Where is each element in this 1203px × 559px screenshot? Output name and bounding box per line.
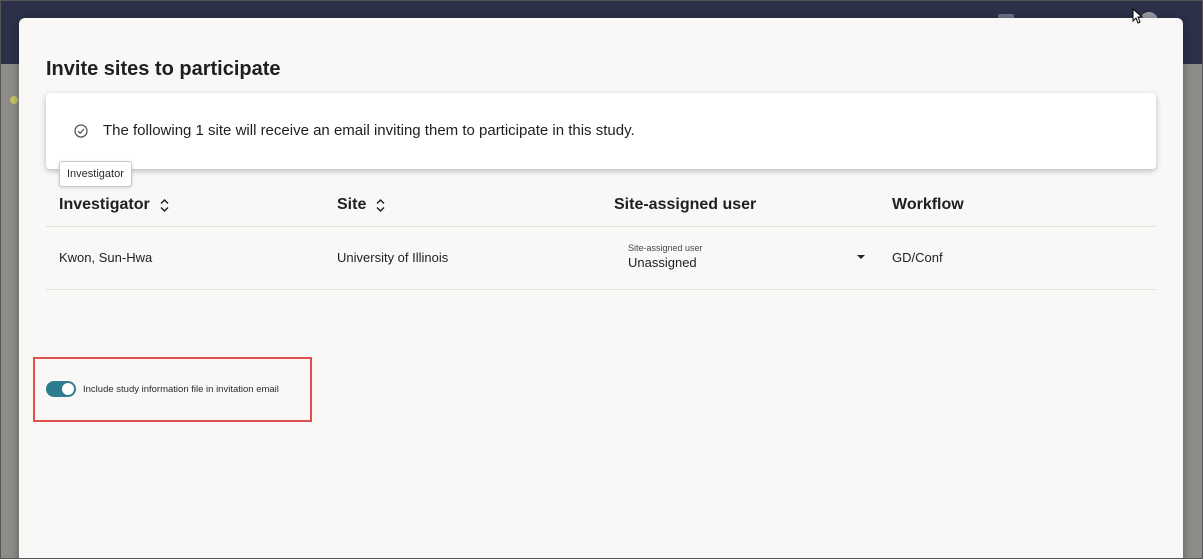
column-site-assigned-user-label: Site-assigned user bbox=[614, 196, 757, 213]
sort-icon[interactable] bbox=[159, 198, 170, 213]
check-circle-icon bbox=[74, 124, 88, 138]
column-workflow-label: Workflow bbox=[892, 196, 964, 213]
column-workflow: Workflow bbox=[892, 196, 964, 214]
select-value: Unassigned bbox=[628, 255, 697, 270]
sites-table: Investigator Site Site-assigned user Wor… bbox=[46, 186, 1156, 290]
mouse-cursor-icon bbox=[1132, 8, 1144, 24]
cell-site: University of Illinois bbox=[337, 250, 449, 265]
cell-workflow: GD/Conf bbox=[892, 250, 943, 265]
notice-text: The following 1 site will receive an ema… bbox=[103, 122, 635, 139]
investigator-tooltip: Investigator bbox=[59, 161, 132, 187]
invite-sites-dialog: Invite sites to participate The followin… bbox=[19, 18, 1183, 559]
dialog-title: Invite sites to participate bbox=[46, 58, 281, 80]
column-site-label: Site bbox=[337, 196, 367, 213]
highlight-annotation bbox=[33, 357, 312, 422]
column-investigator[interactable]: Investigator bbox=[59, 196, 170, 214]
column-investigator-label: Investigator bbox=[59, 196, 150, 213]
column-site-assigned-user: Site-assigned user bbox=[614, 196, 756, 214]
sort-icon[interactable] bbox=[375, 198, 386, 213]
background-dot bbox=[10, 96, 18, 104]
site-assigned-user-select[interactable]: Site-assigned user Unassigned bbox=[628, 243, 868, 275]
select-label: Site-assigned user bbox=[628, 243, 703, 253]
column-site[interactable]: Site bbox=[337, 196, 386, 214]
table-header: Investigator Site Site-assigned user Wor… bbox=[46, 186, 1156, 227]
cell-investigator: Kwon, Sun-Hwa bbox=[59, 250, 153, 265]
chevron-down-icon[interactable] bbox=[856, 254, 866, 260]
table-row: Kwon, Sun-Hwa University of Illinois Sit… bbox=[46, 227, 1156, 290]
notice-banner: The following 1 site will receive an ema… bbox=[46, 93, 1156, 169]
